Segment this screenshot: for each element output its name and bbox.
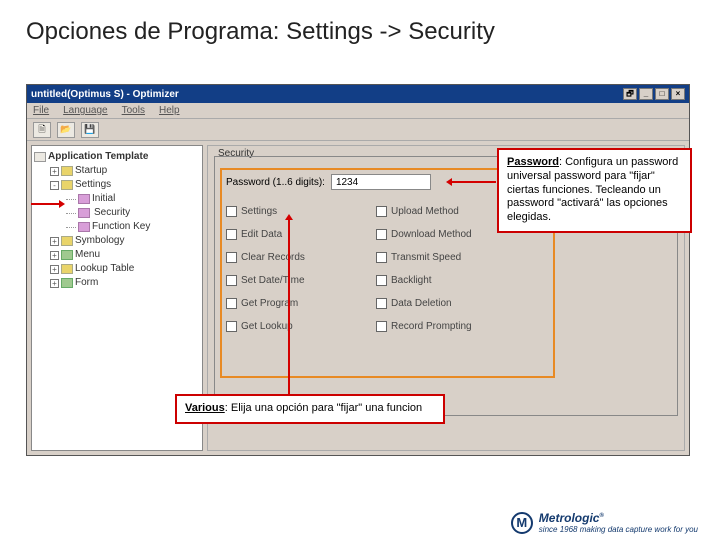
expand-toggle[interactable]: +: [50, 279, 59, 288]
maximize-button[interactable]: □: [655, 88, 669, 100]
toolbar: 🗎 📂 💾: [27, 119, 689, 141]
tree-item-security[interactable]: Security: [34, 206, 200, 220]
template-icon: [34, 152, 46, 162]
security-option[interactable]: Get Lookup: [226, 321, 366, 332]
callout-various: Various: Elija una opción para "fijar" u…: [175, 394, 445, 424]
callout-various-text: : Elija una opción para "fijar" una func…: [225, 402, 422, 414]
callout-password-heading: Password: [507, 156, 559, 168]
tree-item[interactable]: +Startup: [34, 164, 200, 178]
expand-toggle[interactable]: +: [50, 251, 59, 260]
expand-toggle[interactable]: +: [50, 265, 59, 274]
window-controls: 🗗 _ □ ×: [623, 88, 685, 100]
security-option[interactable]: Transmit Speed: [376, 252, 516, 263]
tree-item[interactable]: +Lookup Table: [34, 262, 200, 276]
callout-password: Password: Configura un password universa…: [497, 148, 692, 233]
toolbar-new-icon[interactable]: 🗎: [33, 122, 51, 138]
checkbox[interactable]: [226, 252, 237, 263]
security-option[interactable]: Get Program: [226, 298, 366, 309]
security-option[interactable]: Set Date/Time: [226, 275, 366, 286]
checkbox[interactable]: [376, 229, 387, 240]
tree-root[interactable]: Application Template: [34, 150, 200, 164]
security-option[interactable]: Record Prompting: [376, 321, 516, 332]
checkbox[interactable]: [376, 298, 387, 309]
tree-item[interactable]: +Form: [34, 276, 200, 290]
checkbox[interactable]: [226, 275, 237, 286]
brand-footer: M Metrologic®since 1968 making data capt…: [511, 511, 698, 534]
password-input[interactable]: [331, 174, 431, 190]
slide: Opciones de Programa: Settings -> Securi…: [0, 0, 720, 540]
checkbox[interactable]: [226, 298, 237, 309]
close-button[interactable]: ×: [671, 88, 685, 100]
folder-icon: [61, 250, 73, 260]
checkbox[interactable]: [226, 321, 237, 332]
annotation-arrow-icon: [288, 216, 290, 394]
checkbox[interactable]: [376, 252, 387, 263]
callout-various-heading: Various: [185, 402, 225, 414]
security-option[interactable]: Clear Records: [226, 252, 366, 263]
titlebar: untitled(Optimus S) - Optimizer 🗗 _ □ ×: [27, 85, 689, 103]
menu-help[interactable]: Help: [159, 105, 180, 116]
folder-icon: [61, 166, 73, 176]
expand-toggle[interactable]: -: [50, 181, 59, 190]
menu-file[interactable]: File: [33, 105, 49, 116]
toolbar-save-icon[interactable]: 💾: [81, 122, 99, 138]
restore-button[interactable]: 🗗: [623, 88, 637, 100]
password-row: Password (1..6 digits):: [226, 174, 431, 190]
security-option[interactable]: Upload Method: [376, 206, 516, 217]
folder-icon: [61, 278, 73, 288]
minimize-button[interactable]: _: [639, 88, 653, 100]
security-option[interactable]: Backlight: [376, 275, 516, 286]
toolbar-open-icon[interactable]: 📂: [57, 122, 75, 138]
checkbox[interactable]: [226, 229, 237, 240]
slide-title: Opciones de Programa: Settings -> Securi…: [26, 18, 495, 46]
tree-item[interactable]: +Menu: [34, 248, 200, 262]
checkbox[interactable]: [376, 206, 387, 217]
security-option[interactable]: Settings: [226, 206, 366, 217]
security-option[interactable]: Data Deletion: [376, 298, 516, 309]
menubar: File Language Tools Help: [27, 103, 689, 119]
folder-icon: [61, 236, 73, 246]
brand-name: Metrologic®since 1968 making data captur…: [539, 511, 698, 534]
security-option[interactable]: Edit Data: [226, 229, 366, 240]
expand-toggle[interactable]: +: [50, 167, 59, 176]
tree-item[interactable]: -Settings: [34, 178, 200, 192]
tree-item[interactable]: +Symbology: [34, 234, 200, 248]
annotation-arrow-icon: [448, 181, 496, 183]
window-title: untitled(Optimus S) - Optimizer: [31, 89, 179, 100]
checkbox[interactable]: [226, 206, 237, 217]
security-options: Settings Upload Method Edit Data Downloa…: [226, 206, 516, 332]
folder-icon: [78, 208, 90, 218]
expand-toggle[interactable]: +: [50, 237, 59, 246]
checkbox[interactable]: [376, 275, 387, 286]
brand-logo-icon: M: [511, 512, 533, 534]
folder-icon: [61, 264, 73, 274]
tree-item[interactable]: Function Key: [34, 220, 200, 234]
folder-icon: [78, 194, 90, 204]
checkbox[interactable]: [376, 321, 387, 332]
folder-icon: [61, 180, 73, 190]
folder-icon: [78, 222, 90, 232]
password-label: Password (1..6 digits):: [226, 177, 325, 188]
menu-tools[interactable]: Tools: [122, 105, 145, 116]
annotation-arrow-icon: [31, 203, 63, 205]
menu-language[interactable]: Language: [63, 105, 108, 116]
security-option[interactable]: Download Method: [376, 229, 516, 240]
